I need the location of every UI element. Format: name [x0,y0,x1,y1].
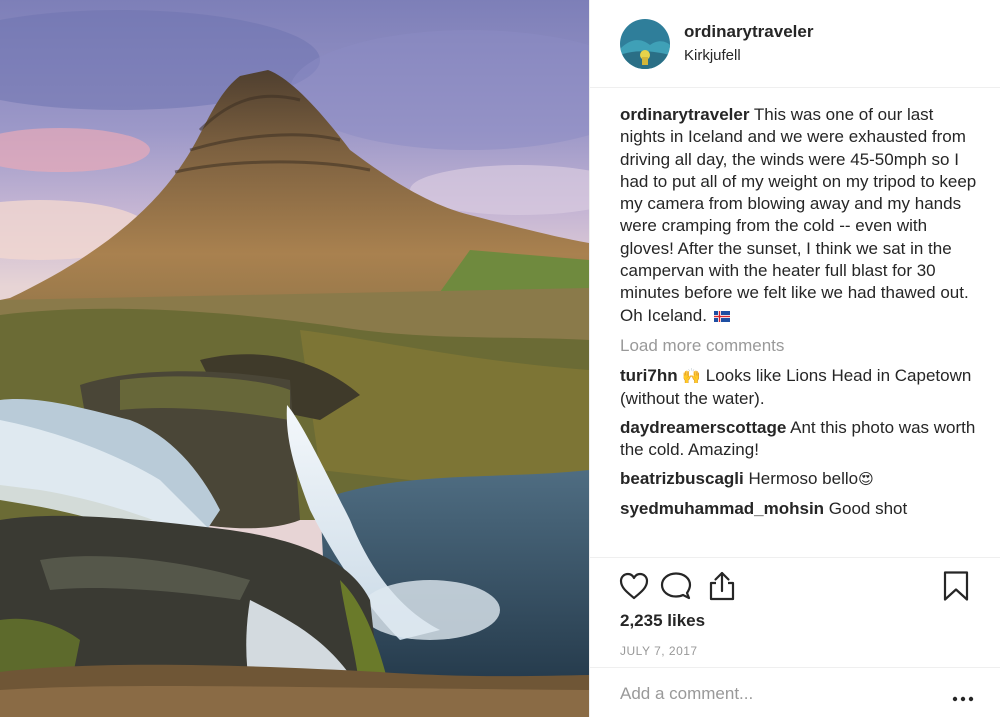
heart-icon[interactable] [618,570,650,602]
header-username[interactable]: ordinarytraveler [684,21,813,43]
post-caption: ordinarytraveler This was one of our las… [620,104,980,327]
post-side-panel: ordinarytraveler Kirkjufell ordinarytrav… [589,0,1000,717]
likes-count[interactable]: 2,235 likes [620,611,705,631]
comment-icon-graphic [660,572,692,600]
comment-text: Hermoso bello [748,469,859,489]
comment-icon[interactable] [660,570,692,602]
header-text: ordinarytraveler Kirkjufell [684,21,813,67]
bookmark-icon-graphic [943,571,969,601]
comment-text: Good shot [828,498,908,518]
post-actions: 2,235 likes JULY 7, 2017 [590,557,1000,667]
bookmark-icon[interactable] [940,570,972,602]
post-header: ordinarytraveler Kirkjufell [590,0,1000,88]
comment-username[interactable]: syedmuhammad_mohsin [620,499,824,518]
comment-item: turi7hn 🙌 Looks like Lions Head in Capet… [620,365,980,410]
kirkjufell-landscape-image [0,0,589,717]
comment-username[interactable]: daydreamerscottage [620,418,786,437]
caption-username[interactable]: ordinarytraveler [620,105,749,124]
comment-username[interactable]: beatrizbuscagli [620,469,744,488]
more-options-icon[interactable] [952,690,974,702]
comment-item: syedmuhammad_mohsin Good shot [620,498,980,520]
post-photo[interactable] [0,0,589,717]
iceland-flag-icon [713,310,730,322]
comment-username[interactable]: turi7hn [620,366,678,385]
comment-item: daydreamerscottage Ant this photo was wo… [620,417,980,462]
comment-item: beatrizbuscagli Hermoso bello😍 [620,468,980,490]
share-icon[interactable] [706,570,738,602]
raised-hands-emoji-icon: 🙌 [682,367,702,386]
add-comment-bar [590,667,1000,717]
load-more-comments-link[interactable]: Load more comments [620,335,980,357]
heart-icon-graphic [619,572,649,600]
heart-eyes-emoji-icon: 😍 [858,470,874,489]
post-date[interactable]: JULY 7, 2017 [620,644,698,658]
avatar[interactable] [620,18,670,69]
comments-section: ordinarytraveler This was one of our las… [620,104,980,527]
action-icons-row [618,570,980,602]
location-link[interactable]: Kirkjufell [684,45,813,67]
caption-text: This was one of our last nights in Icela… [620,105,977,325]
instagram-post: ordinarytraveler Kirkjufell ordinarytrav… [0,0,1000,717]
avatar-image [620,18,670,69]
more-options-icon-graphic [952,696,974,702]
share-icon-graphic [709,571,735,601]
add-comment-input[interactable] [620,682,940,706]
